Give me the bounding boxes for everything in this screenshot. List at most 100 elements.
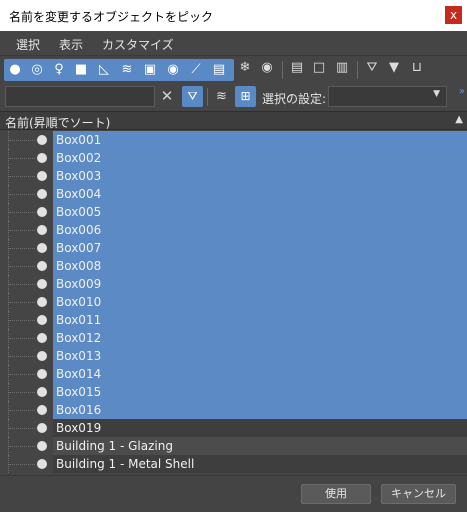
- hidden-icon[interactable]: ◉: [259, 60, 275, 76]
- list-item[interactable]: Box010: [0, 293, 467, 311]
- menu-customize[interactable]: カスタマイズ: [102, 36, 174, 53]
- toolbar-separator: [282, 61, 283, 79]
- object-type-icon: [37, 405, 47, 415]
- clear-filter-icon[interactable]: ✕: [159, 87, 175, 105]
- close-button[interactable]: x: [445, 6, 462, 24]
- object-type-icon: [37, 351, 47, 361]
- object-type-toolbar: ● ◎ ♀ ■ ◺ ≋ ▣ ◉ ⟋ ▤ ❄ ◉ ▤ □ ▥ ⛛ ▼ ⊔: [0, 57, 467, 84]
- list-item-name: Box016: [53, 401, 467, 419]
- object-list[interactable]: Box001 Box002 Box003 Box004 Box005 Box006 Box0…: [0, 131, 467, 475]
- cancel-button[interactable]: キャンセル: [381, 484, 456, 504]
- list-item-name: Box007: [53, 239, 467, 257]
- tree-connector: [8, 131, 35, 149]
- list-item-name: Box008: [53, 257, 467, 275]
- tree-connector: [8, 437, 35, 455]
- space-warps-icon[interactable]: ≋: [119, 62, 135, 78]
- filter-funnel-icon[interactable]: ▼: [386, 60, 402, 76]
- list-item[interactable]: Building 1 - Metal Shell: [0, 455, 467, 473]
- filter-toolbar: ✕ ⛛ ≋ ⊞ 選択の設定: ▼ »: [0, 84, 467, 110]
- list-item[interactable]: Box007: [0, 239, 467, 257]
- select-none-icon[interactable]: □: [311, 60, 327, 76]
- tree-connector: [8, 455, 35, 473]
- list-item[interactable]: Box019: [0, 419, 467, 437]
- object-type-icon: [37, 279, 47, 289]
- list-item-name: Building 1 - Glazing: [53, 437, 467, 455]
- list-item-name: Box012: [53, 329, 467, 347]
- object-type-icon: [37, 243, 47, 253]
- list-item[interactable]: Box001: [0, 131, 467, 149]
- helpers-icon[interactable]: ◺: [96, 62, 112, 78]
- object-type-icon: [37, 333, 47, 343]
- shapes-icon[interactable]: ◎: [29, 62, 45, 78]
- toolbar-separator: [357, 61, 358, 79]
- name-filter-input[interactable]: [5, 86, 155, 107]
- menu-display[interactable]: 表示: [59, 36, 83, 53]
- layers-icon[interactable]: ≋: [211, 86, 232, 107]
- selection-set-label: 選択の設定:: [262, 92, 327, 106]
- list-item[interactable]: Box016: [0, 401, 467, 419]
- list-item-name: Box004: [53, 185, 467, 203]
- list-item-name: Box014: [53, 365, 467, 383]
- lights-icon[interactable]: ♀: [51, 62, 67, 78]
- object-type-icon: [37, 225, 47, 235]
- list-item[interactable]: Box011: [0, 311, 467, 329]
- list-item[interactable]: Box005: [0, 203, 467, 221]
- display-children-icon[interactable]: ⊔: [409, 60, 425, 76]
- list-item-name: Box010: [53, 293, 467, 311]
- bones-icon[interactable]: ⟋: [188, 62, 204, 78]
- list-column-header[interactable]: 名前(昇順でソート) ▲: [0, 111, 467, 130]
- tree-connector: [8, 203, 35, 221]
- tree-connector: [8, 257, 35, 275]
- object-type-icon: [37, 387, 47, 397]
- list-item-name: Box006: [53, 221, 467, 239]
- overflow-icon[interactable]: »: [459, 86, 465, 97]
- xrefs-icon[interactable]: ◉: [165, 62, 181, 78]
- list-item[interactable]: Box004: [0, 185, 467, 203]
- cameras-icon[interactable]: ■: [73, 62, 89, 78]
- tree-connector: [8, 239, 35, 257]
- tree-connector: [8, 347, 35, 365]
- menu-select[interactable]: 選択: [16, 36, 40, 53]
- object-type-icon: [37, 297, 47, 307]
- object-type-icon: [37, 207, 47, 217]
- toolbar-separator: [207, 88, 208, 106]
- list-item[interactable]: Box009: [0, 275, 467, 293]
- use-button[interactable]: 使用: [301, 484, 371, 504]
- object-type-icon: [37, 423, 47, 433]
- list-item[interactable]: Box012: [0, 329, 467, 347]
- tree-connector: [8, 149, 35, 167]
- list-item[interactable]: Building 1 - Glazing: [0, 437, 467, 455]
- frozen-icon[interactable]: ❄: [237, 60, 253, 76]
- filter-icon[interactable]: ⛛: [364, 60, 380, 76]
- invert-icon[interactable]: ▥: [334, 60, 350, 76]
- list-item[interactable]: Box003: [0, 167, 467, 185]
- hierarchy-icon[interactable]: ⊞: [235, 86, 256, 107]
- chevron-down-icon: ▼: [433, 89, 440, 99]
- list-item-name: Box002: [53, 149, 467, 167]
- geometry-icon[interactable]: ●: [7, 62, 23, 78]
- tree-connector: [8, 365, 35, 383]
- list-item[interactable]: Box015: [0, 383, 467, 401]
- list-item[interactable]: Box013: [0, 347, 467, 365]
- tree-connector: [8, 275, 35, 293]
- list-item[interactable]: Box008: [0, 257, 467, 275]
- list-item[interactable]: Box014: [0, 365, 467, 383]
- list-item[interactable]: Box002: [0, 149, 467, 167]
- groups-icon[interactable]: ▣: [142, 62, 158, 78]
- list-item-name: Box005: [53, 203, 467, 221]
- tree-connector: [8, 185, 35, 203]
- object-type-icon: [37, 189, 47, 199]
- select-all-icon[interactable]: ▤: [289, 60, 305, 76]
- filter-selected-icon[interactable]: ⛛: [182, 86, 203, 107]
- list-item-name: Box009: [53, 275, 467, 293]
- object-type-icon: [37, 459, 47, 469]
- containers-icon[interactable]: ▤: [211, 62, 227, 78]
- tree-connector: [8, 167, 35, 185]
- tree-connector: [8, 311, 35, 329]
- list-item-name: Box013: [53, 347, 467, 365]
- list-item-name: Box015: [53, 383, 467, 401]
- type-filter-group: ● ◎ ♀ ■ ◺ ≋ ▣ ◉ ⟋ ▤: [4, 59, 234, 81]
- list-item[interactable]: Box006: [0, 221, 467, 239]
- title-bar: 名前を変更するオブジェクトをピック x: [0, 0, 467, 31]
- selection-set-dropdown[interactable]: ▼: [328, 86, 447, 107]
